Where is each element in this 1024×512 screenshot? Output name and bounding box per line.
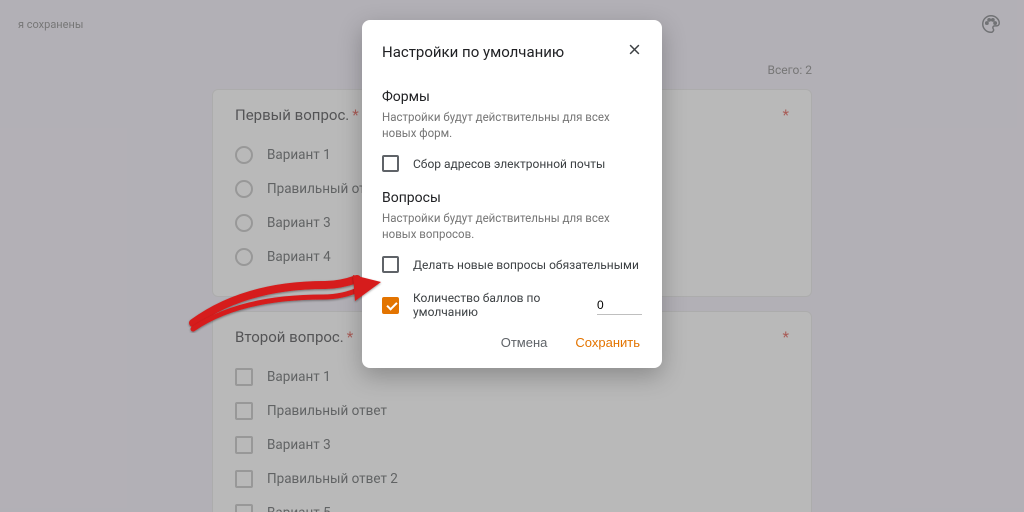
forms-section-description: Настройки будут действительны для всех н… (382, 109, 642, 141)
checkbox-icon (382, 155, 399, 172)
questions-section-description: Настройки будут действительны для всех н… (382, 210, 642, 242)
close-button[interactable] (627, 42, 642, 61)
default-settings-dialog: Настройки по умолчанию Формы Настройки б… (362, 20, 662, 368)
setting-label: Делать новые вопросы обязательными (413, 258, 639, 272)
default-points-input[interactable] (597, 296, 642, 315)
cancel-button[interactable]: Отмена (499, 331, 550, 354)
default-points-setting[interactable]: Количество баллов по умолчанию (382, 291, 642, 319)
dialog-title: Настройки по умолчанию (382, 43, 564, 61)
questions-section-title: Вопросы (382, 190, 642, 206)
make-required-setting[interactable]: Делать новые вопросы обязательными (382, 256, 642, 273)
collect-emails-setting[interactable]: Сбор адресов электронной почты (382, 155, 642, 172)
forms-section-title: Формы (382, 89, 642, 105)
checkbox-icon (382, 256, 399, 273)
setting-label: Сбор адресов электронной почты (413, 157, 605, 171)
save-button[interactable]: Сохранить (573, 331, 642, 354)
close-icon (627, 42, 642, 57)
checkbox-checked-icon (382, 297, 399, 314)
setting-label: Количество баллов по умолчанию (413, 291, 597, 319)
